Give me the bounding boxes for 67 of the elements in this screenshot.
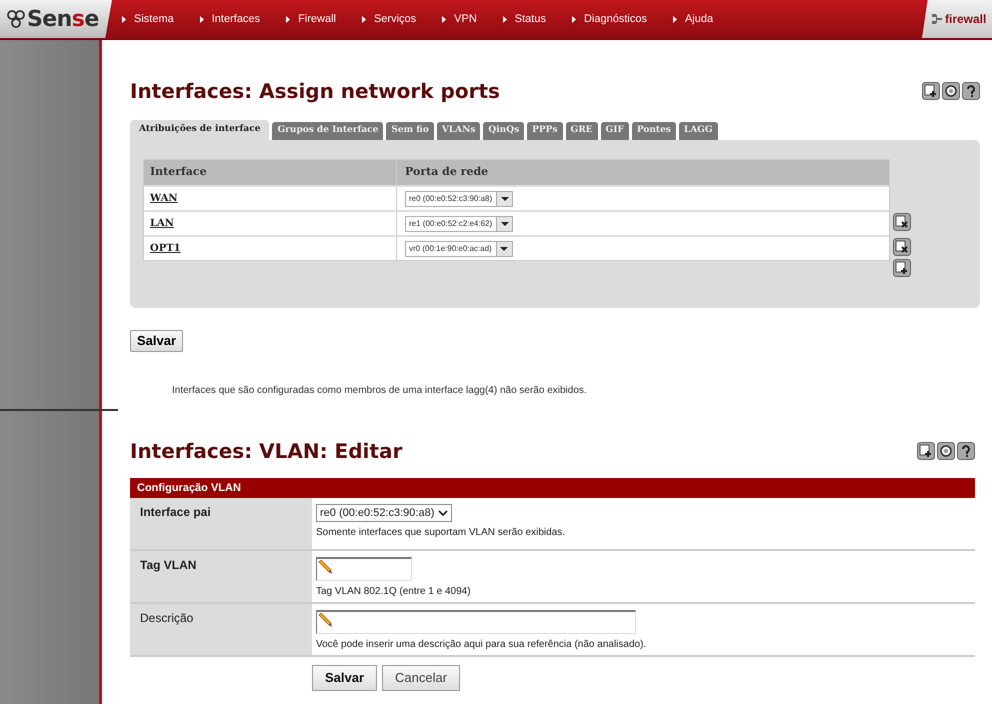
tab[interactable]: PPPs bbox=[527, 122, 563, 140]
tab[interactable]: Pontes bbox=[632, 122, 676, 140]
field-label: Interface pai bbox=[130, 498, 312, 549]
caret-icon bbox=[500, 246, 508, 250]
interface-select[interactable]: re0 (00:e0:52:c3:90:a8) bbox=[316, 504, 452, 522]
port-select[interactable]: vr0 (00:1e:90:e0:ac:ad) bbox=[405, 240, 513, 256]
field-hint: Tag VLAN 802.1Q (entre 1 e 4094) bbox=[316, 585, 471, 599]
page-title: Interfaces: VLAN: Editar bbox=[130, 438, 402, 465]
arrow-icon bbox=[200, 16, 204, 23]
arrow-icon bbox=[122, 16, 126, 23]
chevron-icon bbox=[438, 510, 448, 516]
add-icon[interactable] bbox=[893, 259, 911, 277]
menu-item[interactable]: Interfaces bbox=[212, 11, 260, 28]
arrow-icon bbox=[286, 16, 290, 23]
interface-link[interactable]: WAN bbox=[150, 191, 178, 206]
field-label: Descrição bbox=[130, 604, 312, 655]
arrow-icon bbox=[362, 16, 366, 23]
arrow-icon bbox=[502, 16, 507, 23]
menu-item[interactable]: Sistema bbox=[134, 11, 174, 28]
field-hint: Você pode inserir uma descrição aqui para sua referência (não analisado). bbox=[316, 638, 646, 652]
section-header: Configuração VLAN bbox=[130, 478, 975, 498]
caret-icon bbox=[500, 222, 509, 226]
pencil-icon bbox=[318, 613, 332, 627]
text-input[interactable] bbox=[316, 610, 636, 634]
add-icon[interactable] bbox=[922, 82, 940, 100]
text-input[interactable] bbox=[316, 557, 412, 581]
arrow-icon bbox=[672, 16, 677, 23]
page-title: Interfaces: Assign network ports bbox=[130, 78, 500, 105]
menu-item[interactable]: Serviços bbox=[374, 11, 416, 28]
pencil-icon bbox=[318, 560, 332, 574]
port-select[interactable]: re1 (00:e0:52:c2:e4:62) bbox=[405, 216, 514, 232]
form-button[interactable]: Salvar bbox=[312, 665, 378, 691]
tab[interactable]: Grupos de Interface bbox=[272, 122, 384, 140]
tab[interactable]: Sem fio bbox=[386, 122, 434, 140]
column-header: Porta de rede bbox=[404, 164, 490, 180]
tab[interactable]: GIF bbox=[600, 122, 629, 140]
add-icon[interactable] bbox=[917, 442, 935, 460]
interface-link[interactable]: OPT1 bbox=[150, 241, 181, 256]
menu-item[interactable]: Status bbox=[514, 11, 546, 28]
menu-item[interactable]: Diagnósticos bbox=[584, 11, 647, 28]
field-hint: Somente interfaces que suportam VLAN serão exibidas. bbox=[316, 526, 566, 540]
tab[interactable]: GRE bbox=[566, 122, 598, 140]
tab[interactable]: QinQs bbox=[483, 122, 524, 140]
tab[interactable]: LAGG bbox=[678, 122, 718, 140]
status-icon[interactable] bbox=[937, 442, 955, 460]
interface-link[interactable]: LAN bbox=[150, 216, 174, 231]
help-icon[interactable] bbox=[962, 82, 980, 100]
save-button[interactable]: Salvar bbox=[130, 330, 184, 352]
menu-item[interactable]: Firewall bbox=[298, 11, 336, 28]
hostname: firewall bbox=[945, 11, 986, 28]
port-select[interactable]: re0 (00:e0:52:c3:90:a8) bbox=[405, 190, 514, 206]
logo-icon bbox=[6, 9, 26, 29]
delete-icon[interactable] bbox=[893, 212, 911, 230]
tab[interactable]: VLANs bbox=[436, 122, 480, 140]
info-note: Interfaces que são configuradas como membros de uma interface lagg(4) não serão exibidos. bbox=[172, 384, 588, 398]
arrow-icon bbox=[442, 16, 446, 23]
help-icon[interactable] bbox=[957, 442, 975, 460]
caret-icon bbox=[500, 196, 509, 200]
field-label: Tag VLAN bbox=[130, 551, 312, 602]
arrow-icon bbox=[572, 16, 576, 23]
status-icon[interactable] bbox=[942, 82, 960, 100]
menu-item[interactable]: VPN bbox=[454, 11, 477, 28]
tab[interactable]: Atribuições de interface bbox=[130, 120, 270, 140]
menu-item[interactable]: Ajuda bbox=[684, 11, 714, 28]
delete-icon[interactable] bbox=[893, 238, 911, 256]
form-button[interactable]: Cancelar bbox=[382, 665, 460, 691]
network-icon bbox=[932, 13, 942, 25]
